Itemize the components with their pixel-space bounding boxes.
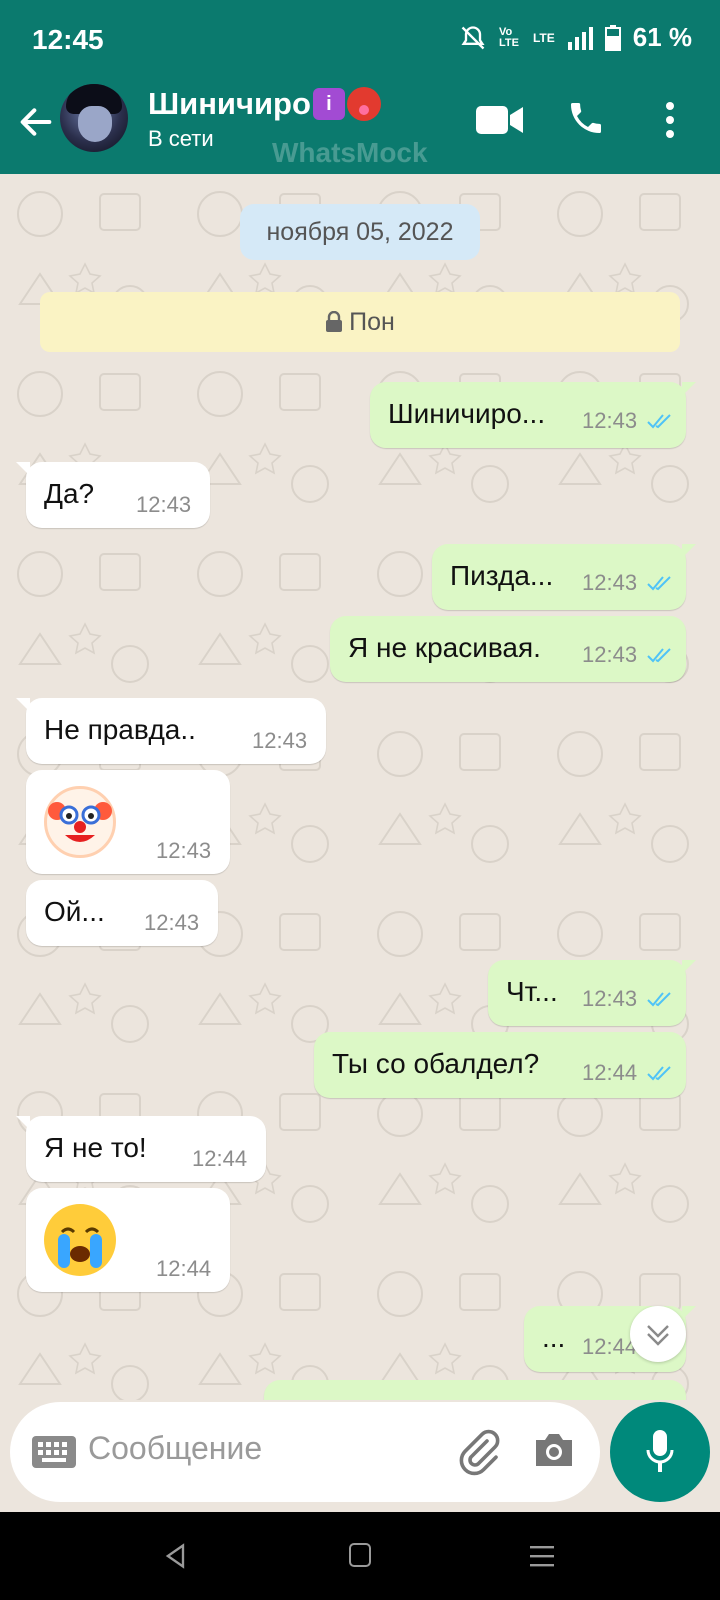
- message-bubble-incoming[interactable]: Да? 12:43: [16, 462, 210, 528]
- message-time: 12:43: [156, 838, 212, 863]
- message-text: Да?: [44, 478, 95, 509]
- attach-paperclip-icon[interactable]: [454, 1428, 502, 1476]
- message-text: Я не красивая.: [348, 632, 541, 663]
- message-time: 12:43: [136, 492, 192, 517]
- more-options-icon[interactable]: [664, 100, 676, 140]
- message-text: ...: [542, 1322, 566, 1353]
- volte-label: Vo LTE: [498, 25, 519, 49]
- video-call-icon[interactable]: [476, 104, 524, 136]
- read-ticks-icon: [647, 576, 671, 591]
- message-time: 12:44: [192, 1146, 248, 1171]
- hot-face-emoji-icon: [346, 87, 381, 121]
- message-text: Ты со обалдел?: [332, 1048, 540, 1079]
- message-text: Шиничиро...: [388, 398, 546, 429]
- voice-message-button[interactable]: [610, 1402, 710, 1502]
- read-ticks-icon: [647, 1066, 671, 1081]
- message-time: 12:44: [156, 1256, 212, 1281]
- message-text: Не правда..: [44, 714, 196, 745]
- muted-bell-icon: [461, 25, 485, 49]
- message-input-placeholder[interactable]: Сообщение: [88, 1430, 262, 1467]
- loudly-crying-face-emoji-icon: [44, 1204, 116, 1276]
- message-text: Пизда...: [450, 560, 554, 591]
- back-arrow-icon[interactable]: [16, 102, 56, 142]
- message-time: 12:43: [582, 642, 638, 667]
- chat-area[interactable]: ноября 05, 2022 Пон Шиничиро... 12:43 Да…: [0, 174, 720, 1400]
- message-time: 12:43: [582, 570, 638, 595]
- date-chip: ноября 05, 2022: [240, 204, 480, 260]
- message-bubble-incoming[interactable]: Я не то! 12:44: [16, 1116, 266, 1182]
- status-time: 12:45: [32, 24, 104, 55]
- phone-call-icon[interactable]: [566, 98, 606, 138]
- status-icons: Vo LTE LTE 61 %: [459, 22, 692, 53]
- system-navigation-bar: [0, 1512, 720, 1600]
- chevron-down-icon: [647, 1325, 669, 1346]
- read-ticks-icon: [647, 414, 671, 429]
- network-label: LTE: [532, 30, 555, 45]
- avatar[interactable]: [60, 84, 128, 152]
- keyboard-icon[interactable]: [32, 1436, 76, 1468]
- notice-text: Пон: [349, 308, 395, 336]
- read-ticks-icon: [647, 648, 671, 663]
- message-text: Ой...: [44, 896, 105, 927]
- message-bubble-outgoing[interactable]: Чт... 12:43: [488, 960, 696, 1026]
- message-time: 12:43: [582, 986, 638, 1011]
- message-bubble-outgoing[interactable]: Я не красивая. 12:43: [330, 616, 686, 682]
- message-text: Чт...: [506, 976, 558, 1007]
- clown-face-emoji-icon: [44, 786, 116, 858]
- contact-status: В сети: [148, 126, 214, 151]
- message-bubble-outgoing[interactable]: Пизда... 12:43: [432, 544, 696, 610]
- nav-home-icon[interactable]: [348, 1542, 372, 1568]
- message-bubble-incoming[interactable]: 12:44: [26, 1188, 230, 1292]
- battery-icon: [604, 24, 621, 51]
- message-time: 12:44: [582, 1334, 638, 1359]
- message-bubble-outgoing[interactable]: Шиничиро... 12:43: [370, 382, 696, 448]
- microphone-icon: [646, 1430, 674, 1472]
- contact-name: Шиничиро: [148, 86, 311, 121]
- info-badge-icon: i: [312, 88, 345, 120]
- message-bubble-incoming[interactable]: Ой... 12:43: [26, 880, 218, 946]
- message-bubble-incoming[interactable]: 12:43: [26, 770, 230, 874]
- contact-name-row[interactable]: Шиничиро i: [148, 86, 381, 122]
- message-time: 12:43: [144, 910, 200, 935]
- message-bubble-incoming[interactable]: Не правда.. 12:43: [16, 698, 326, 764]
- watermark: WhatsMock: [272, 137, 428, 168]
- read-ticks-icon: [647, 992, 671, 1007]
- status-bar: 12:45 Vo LTE LTE 61 %: [0, 0, 720, 82]
- nav-back-icon[interactable]: [162, 1542, 190, 1570]
- scroll-to-bottom-button[interactable]: [630, 1306, 686, 1362]
- lock-icon: [326, 310, 343, 332]
- message-text: Я не то!: [44, 1132, 147, 1163]
- nav-recents-icon[interactable]: [528, 1544, 556, 1568]
- message-time: 12:43: [252, 728, 308, 753]
- message-time: 12:43: [582, 408, 638, 433]
- signal-icon: [567, 26, 593, 50]
- message-input-bar[interactable]: Сообщение: [10, 1402, 600, 1502]
- message-bubble-outgoing[interactable]: Ты со обалдел? 12:44: [314, 1032, 686, 1098]
- message-bubble-outgoing[interactable]: [264, 1380, 686, 1400]
- encryption-notice[interactable]: Пон: [40, 292, 680, 352]
- battery-level: 61 %: [632, 22, 692, 52]
- camera-icon[interactable]: [532, 1430, 576, 1470]
- message-time: 12:44: [582, 1060, 638, 1085]
- chat-header: Шиничиро i В сети WhatsMock: [0, 82, 720, 174]
